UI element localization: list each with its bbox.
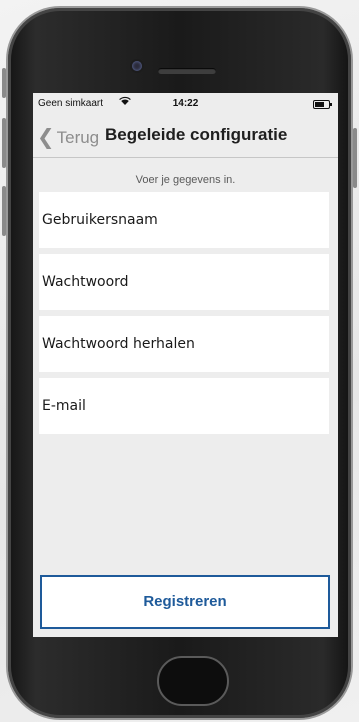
front-camera — [132, 61, 142, 71]
battery-icon — [313, 100, 332, 109]
clock: 14:22 — [172, 98, 199, 109]
mute-switch — [2, 68, 6, 98]
phone-screen: Geen simkaart 14:22 ❮ Terug Begeleide con… — [33, 93, 338, 637]
email-field[interactable]: E-mail — [39, 378, 329, 434]
register-button[interactable]: Registreren — [40, 575, 330, 629]
home-button[interactable] — [157, 656, 229, 706]
volume-down-button — [2, 186, 6, 236]
password-repeat-field[interactable]: Wachtwoord herhalen — [39, 316, 329, 372]
earpiece-speaker — [158, 68, 216, 74]
chevron-left-icon: ❮ — [37, 126, 55, 149]
back-label: Terug — [56, 128, 100, 147]
username-field[interactable]: Gebruikersnaam — [39, 192, 329, 248]
page-title: Begeleide configuratie — [105, 125, 288, 144]
form-hint: Voer je gegevens in. — [135, 174, 236, 186]
password-field[interactable]: Wachtwoord — [39, 254, 329, 310]
back-button[interactable]: ❮ Terug — [37, 124, 99, 149]
power-button — [353, 128, 357, 188]
volume-up-button — [2, 118, 6, 168]
status-bar: Geen simkaart 14:22 — [33, 93, 338, 115]
navigation-bar: ❮ Terug Begeleide configuratie — [33, 115, 338, 158]
